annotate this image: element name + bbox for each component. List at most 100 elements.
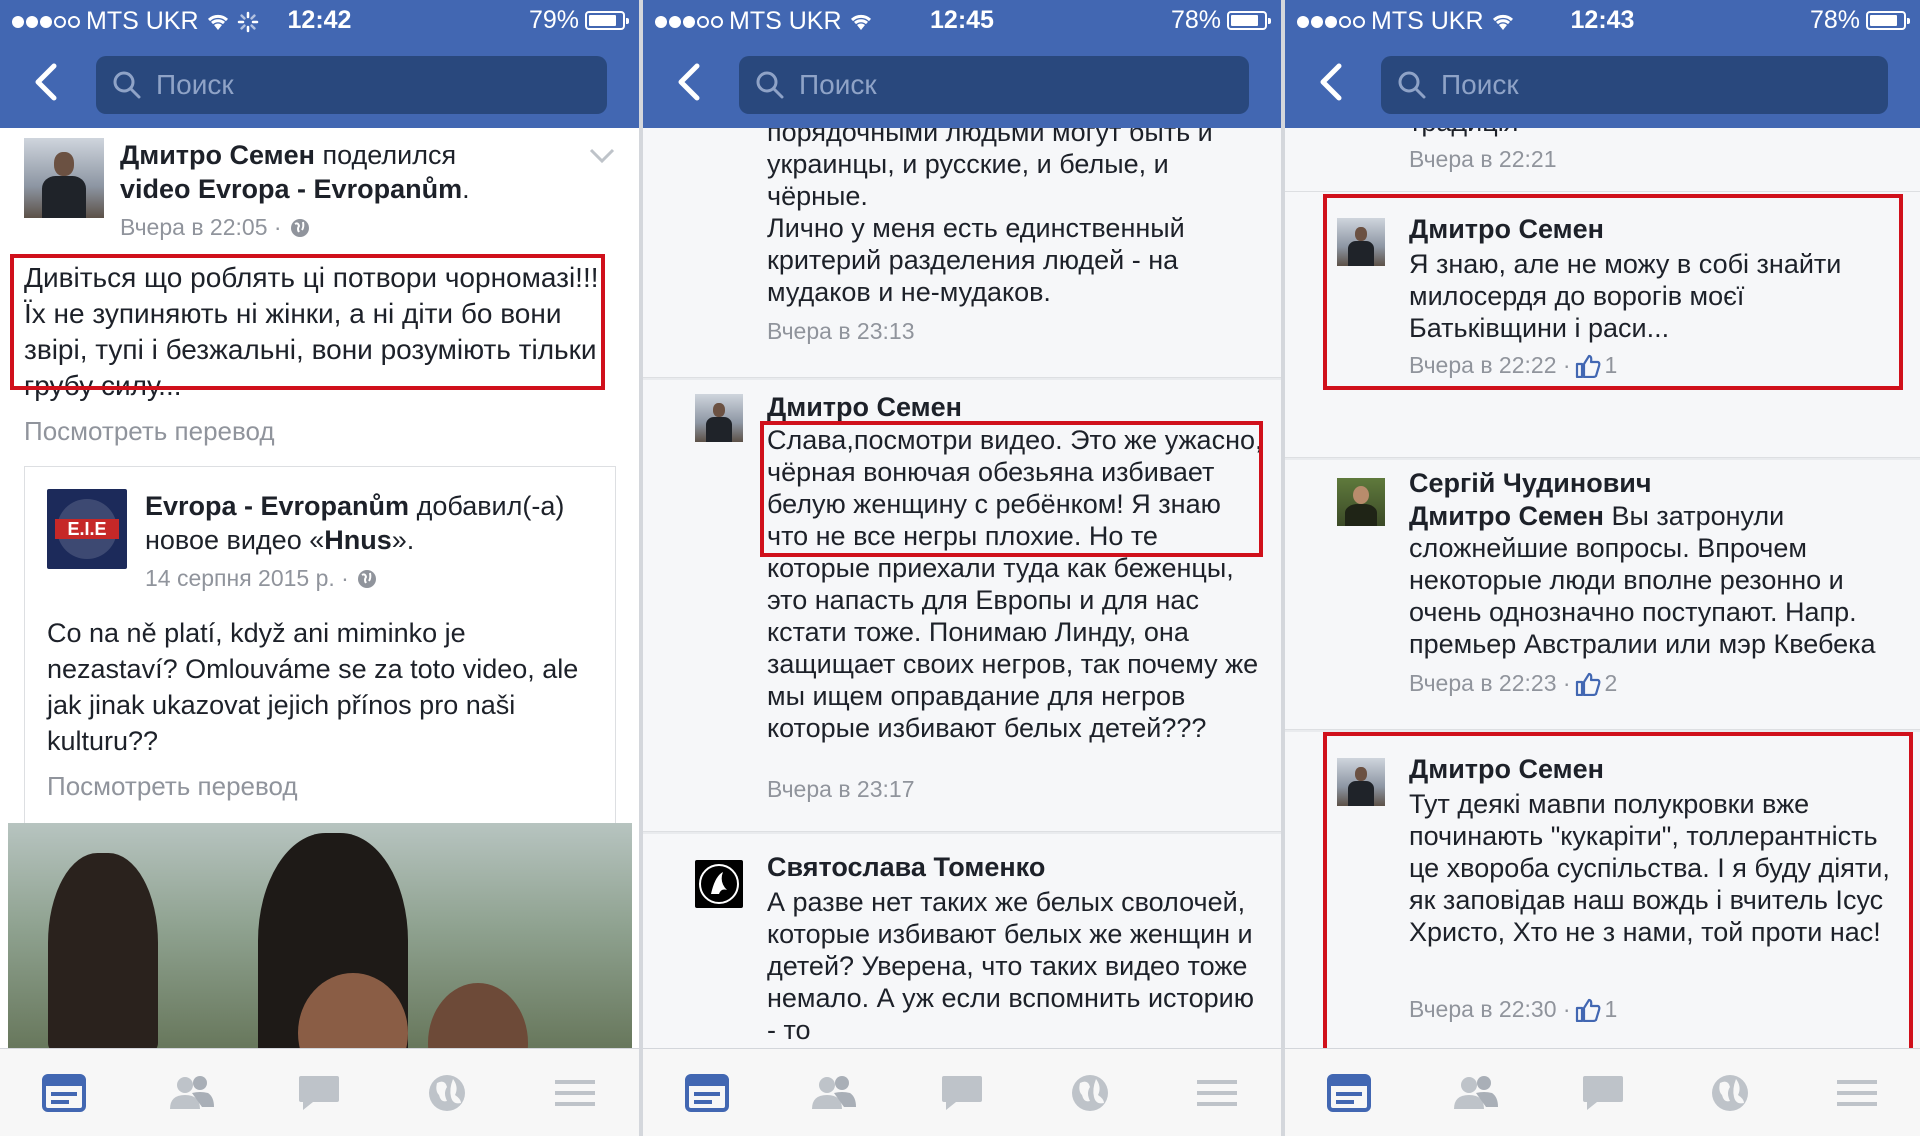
battery-icon xyxy=(585,11,629,30)
comment-item: порядочными людьми могут быть и украинцы… xyxy=(643,128,1281,378)
post-content: Дмитро Семен поделился video Evropa - Ev… xyxy=(0,128,639,1048)
status-bar: MTS UKR 12:43 78% xyxy=(1285,0,1920,40)
highlight-box xyxy=(1323,732,1913,1048)
tab-bar xyxy=(0,1048,639,1136)
tab-friends[interactable] xyxy=(167,1071,217,1115)
page-logo[interactable]: E.I.E xyxy=(47,489,127,569)
post-action: поделился xyxy=(322,140,457,170)
tab-friends[interactable] xyxy=(1451,1071,1501,1115)
messages-icon xyxy=(1582,1075,1623,1110)
comment-author[interactable]: Дмитро Семен xyxy=(767,392,962,423)
news-feed-icon xyxy=(41,1073,86,1112)
comment-time: Вчера в 22:23 · xyxy=(1409,670,1571,696)
see-translation-link[interactable]: Посмотреть перевод xyxy=(47,771,298,802)
friends-icon xyxy=(169,1075,214,1109)
comment-author[interactable]: Сергій Чудинович xyxy=(1409,468,1652,499)
battery: 78% xyxy=(1809,6,1910,35)
avatar[interactable] xyxy=(695,394,743,442)
highlight-box xyxy=(1323,194,1903,390)
back-arrow-icon[interactable] xyxy=(30,62,60,102)
comment-item: Святослава Томенко А разве нет таких же … xyxy=(643,834,1281,1048)
comment-text: А разве нет таких же белых сволочей, кот… xyxy=(767,887,1254,1045)
search-icon xyxy=(1398,71,1426,99)
shared-post-card[interactable]: E.I.E Evropa - Evropanům добавил(-а) нов… xyxy=(24,466,616,866)
tab-notifications[interactable] xyxy=(422,1071,472,1115)
battery-percent: 78% xyxy=(1809,6,1860,34)
search-icon xyxy=(113,71,141,99)
post-header: Дмитро Семен поделился video Evropa - Ev… xyxy=(120,138,600,206)
avatar[interactable] xyxy=(24,138,104,218)
tab-messages[interactable] xyxy=(937,1071,987,1115)
comments-list: традиція Вчера в 22:21 Дмитро Семен Я зн… xyxy=(1285,128,1920,1048)
tab-more[interactable] xyxy=(1832,1071,1882,1115)
comment-time: Вчера в 23:17 xyxy=(767,776,915,802)
back-arrow-icon[interactable] xyxy=(1315,62,1345,102)
highlight-box xyxy=(760,421,1263,557)
comment-author[interactable]: Святослава Томенко xyxy=(767,852,1045,883)
battery-icon xyxy=(1227,11,1271,30)
post-header-dot: . xyxy=(462,174,470,204)
more-menu-icon xyxy=(555,1079,596,1106)
battery: 79% xyxy=(528,6,629,35)
post-meta: Вчера в 22:05 · xyxy=(120,214,310,241)
comment-time: Вчера в 23:13 xyxy=(767,318,915,344)
mention[interactable]: Дмитро Семен xyxy=(1409,501,1604,531)
comment-item: традиція Вчера в 22:21 xyxy=(1285,128,1920,192)
status-bar: MTS UKR 12:45 78% xyxy=(643,0,1281,40)
messages-icon xyxy=(941,1075,982,1110)
search-input[interactable]: Поиск xyxy=(1381,56,1888,114)
tab-messages[interactable] xyxy=(294,1071,344,1115)
see-translation-link[interactable]: Посмотреть перевод xyxy=(24,416,275,447)
tab-friends[interactable] xyxy=(809,1071,859,1115)
friends-icon xyxy=(812,1075,857,1109)
tab-more[interactable] xyxy=(550,1071,600,1115)
messages-icon xyxy=(299,1075,340,1110)
comment-item: Сергій Чудинович Дмитро Семен Вы затрону… xyxy=(1285,460,1920,730)
comment-meta: Вчера в 22:23 · 2 xyxy=(1409,670,1617,697)
tab-news-feed[interactable] xyxy=(1324,1071,1374,1115)
tab-bar xyxy=(1285,1048,1920,1136)
svg-text:E.I.E: E.I.E xyxy=(67,519,106,539)
avatar[interactable] xyxy=(695,860,743,908)
shared-action-end: ». xyxy=(391,525,415,555)
search-placeholder: Поиск xyxy=(156,69,234,100)
search-placeholder: Поиск xyxy=(1441,69,1519,100)
page-name[interactable]: Evropa - Evropanům xyxy=(145,491,409,521)
highlight-box xyxy=(10,254,605,390)
battery-percent: 79% xyxy=(528,6,579,34)
screen-2: MTS UKR 12:45 78% Поиск порядочными людь… xyxy=(643,0,1281,1136)
video-thumbnail[interactable] xyxy=(8,823,632,1048)
like-icon[interactable] xyxy=(1575,672,1601,696)
shared-video-link[interactable]: video Evropa - Evropanům xyxy=(120,174,462,204)
tab-bar xyxy=(643,1048,1281,1136)
tab-messages[interactable] xyxy=(1578,1071,1628,1115)
search-input[interactable]: Поиск xyxy=(739,56,1249,114)
search-icon xyxy=(756,71,784,99)
screen-1: MTS UKR 12:42 79% Поиск Дмитро Семен под… xyxy=(0,0,639,1136)
news-feed-icon xyxy=(684,1073,729,1112)
shared-post-text: Co na ně platí, když ani miminko je neza… xyxy=(47,618,579,756)
battery-percent: 78% xyxy=(1170,6,1221,34)
tab-news-feed[interactable] xyxy=(682,1071,732,1115)
like-count: 2 xyxy=(1604,670,1618,696)
battery-icon xyxy=(1866,11,1910,30)
news-feed-icon xyxy=(1326,1073,1371,1112)
post-author[interactable]: Дмитро Семен xyxy=(120,140,315,170)
comments-list: порядочными людьми могут быть и украинцы… xyxy=(643,128,1281,1048)
tab-notifications[interactable] xyxy=(1705,1071,1755,1115)
globe-icon xyxy=(357,569,376,588)
video-title[interactable]: Hnus xyxy=(324,525,392,555)
navigation-header: MTS UKR 12:43 78% Поиск xyxy=(1285,0,1920,128)
tab-news-feed[interactable] xyxy=(39,1071,89,1115)
screen-3: MTS UKR 12:43 78% Поиск традиція Вчера в… xyxy=(1285,0,1920,1136)
status-bar: MTS UKR 12:42 79% xyxy=(0,0,639,40)
back-arrow-icon[interactable] xyxy=(673,62,703,102)
avatar[interactable] xyxy=(1337,478,1385,526)
notifications-globe-icon xyxy=(1071,1074,1108,1111)
comment-item: Дмитро Семен Слава,посмотри видео. Это ж… xyxy=(643,380,1281,832)
search-input[interactable]: Поиск xyxy=(96,56,607,114)
tab-more[interactable] xyxy=(1192,1071,1242,1115)
friends-icon xyxy=(1453,1075,1498,1109)
chevron-down-icon[interactable] xyxy=(589,148,615,164)
tab-notifications[interactable] xyxy=(1065,1071,1115,1115)
